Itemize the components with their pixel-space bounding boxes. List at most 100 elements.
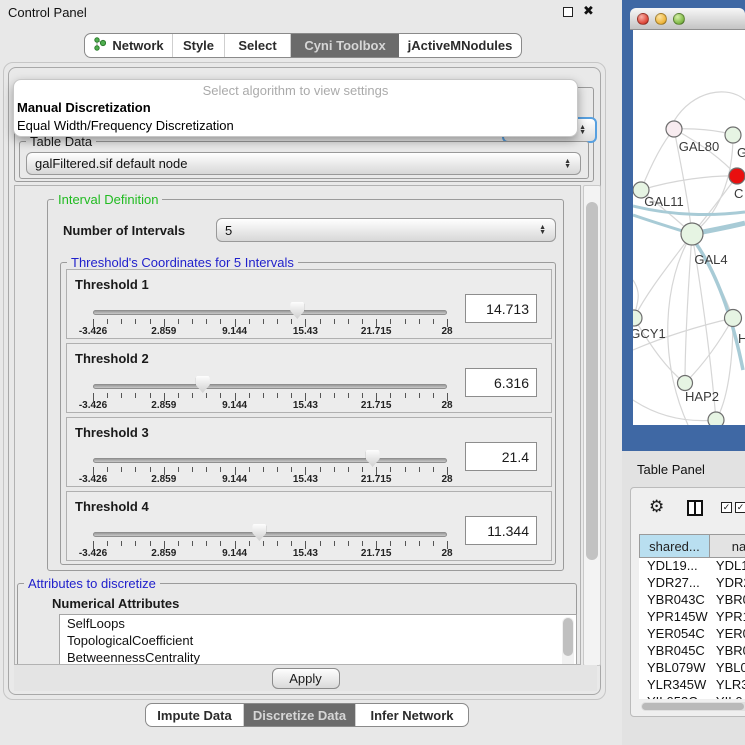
network-node[interactable]: [666, 121, 682, 137]
table-hscrollbar[interactable]: [641, 702, 745, 711]
cell-name[interactable]: YBR0: [710, 592, 745, 609]
mac-minimize-button[interactable]: [655, 13, 667, 25]
cell-name[interactable]: YBL0: [710, 660, 745, 677]
numerical-attributes-list[interactable]: SelfLoopsTopologicalCoefficientBetweenne…: [59, 614, 577, 665]
settings-scroll-viewport: Interval Definition Number of Intervals …: [14, 185, 581, 665]
attribute-list-item[interactable]: SelfLoops: [60, 615, 576, 632]
threshold-value-field[interactable]: 14.713: [465, 294, 537, 323]
network-node[interactable]: [725, 310, 742, 327]
network-node-label: GCY1: [633, 326, 666, 341]
slider-thumb[interactable]: [366, 450, 380, 467]
apply-button[interactable]: Apply: [272, 668, 340, 689]
gear-icon[interactable]: ⚙: [649, 498, 664, 515]
tab-infer-network[interactable]: Infer Network: [356, 704, 468, 726]
tab-select[interactable]: Select: [225, 34, 291, 57]
cell-name[interactable]: YER0: [710, 626, 745, 643]
tab-style[interactable]: Style: [173, 34, 225, 57]
tab-network[interactable]: Network: [85, 34, 173, 57]
slider-tick-label: 28: [441, 400, 452, 411]
slider-tick-label: 28: [441, 326, 452, 337]
slider-tick-label: 9.144: [222, 326, 247, 337]
mac-close-button[interactable]: [637, 13, 649, 25]
table-row[interactable]: YPR145WYPR1: [639, 609, 745, 626]
tab-jactivemnodules[interactable]: jActiveMNodules: [399, 34, 521, 57]
threshold-title: Threshold 4: [75, 499, 149, 514]
slider-thumb[interactable]: [196, 376, 210, 393]
table-row[interactable]: YDR27...YDR2: [639, 575, 745, 592]
slider-track[interactable]: [93, 458, 447, 463]
column-header-name[interactable]: na: [710, 534, 745, 558]
slider-tick-label: 15.43: [293, 400, 318, 411]
attributes-group: Attributes to discretize Numerical Attri…: [17, 583, 577, 665]
split-view-icon[interactable]: [687, 500, 703, 516]
table-data-combobox-value: galFiltered.sif default node: [35, 156, 187, 171]
table-row[interactable]: YLR345WYLR3: [639, 677, 745, 694]
network-node[interactable]: [633, 310, 642, 326]
settings-scrollbar[interactable]: [583, 185, 601, 666]
network-edge: [641, 176, 737, 190]
network-node[interactable]: [725, 127, 741, 143]
network-node[interactable]: [681, 223, 703, 245]
attribute-list-item[interactable]: TopologicalCoefficient: [60, 632, 576, 649]
threshold-value-field[interactable]: 11.344: [465, 516, 537, 545]
cell-shared-name[interactable]: YBR045C: [639, 643, 710, 660]
network-window-titlebar[interactable]: [630, 8, 745, 30]
checkbox-icon[interactable]: ✓: [721, 502, 732, 513]
algorithm-option-manual[interactable]: Manual Discretization: [14, 99, 577, 117]
cell-name[interactable]: YDL1: [710, 558, 745, 575]
algorithm-option-equal-width[interactable]: Equal Width/Frequency Discretization: [14, 117, 577, 135]
cell-shared-name[interactable]: YLR345W: [639, 677, 710, 694]
settings-scrollbar-thumb[interactable]: [586, 202, 598, 560]
table-row[interactable]: YBR045CYBR0: [639, 643, 745, 660]
list-scrollbar-thumb[interactable]: [563, 618, 573, 656]
table-row[interactable]: YBL079WYBL0: [639, 660, 745, 677]
threshold-value-field[interactable]: 6.316: [465, 368, 537, 397]
table-row[interactable]: YBR043CYBR0: [639, 592, 745, 609]
slider-thumb[interactable]: [290, 302, 304, 319]
attribute-list-item[interactable]: BetweennessCentrality: [60, 649, 576, 665]
float-window-icon[interactable]: [563, 7, 573, 17]
network-node[interactable]: [708, 412, 724, 425]
slider-tick-label: 21.715: [361, 548, 392, 559]
combo-arrows-icon: ▲▼: [564, 159, 571, 169]
cell-name[interactable]: YLR3: [710, 677, 745, 694]
slider-thumb[interactable]: [252, 524, 266, 541]
thresholds-group-title: Threshold's Coordinates for 5 Intervals: [67, 255, 298, 270]
checkbox-icon[interactable]: ✓: [735, 502, 745, 513]
threshold-title: Threshold 3: [75, 425, 149, 440]
table-row[interactable]: YIL053CYIL0: [639, 694, 745, 699]
slider-track[interactable]: [93, 310, 447, 315]
slider-track[interactable]: [93, 384, 447, 389]
cell-shared-name[interactable]: YBL079W: [639, 660, 710, 677]
threshold-value-field[interactable]: 21.4: [465, 442, 537, 471]
cell-shared-name[interactable]: YIL053C: [639, 694, 710, 699]
number-of-intervals-combobox[interactable]: 5 ▲▼: [216, 218, 556, 242]
mac-zoom-button[interactable]: [673, 13, 685, 25]
tab-impute-data[interactable]: Impute Data: [146, 704, 244, 726]
network-node-label: C: [734, 186, 743, 201]
close-icon[interactable]: ✖: [583, 3, 594, 19]
cell-shared-name[interactable]: YER054C: [639, 626, 710, 643]
list-scrollbar[interactable]: [562, 617, 574, 665]
slider-tick-label: 9.144: [222, 474, 247, 485]
cell-name[interactable]: YIL0: [710, 694, 745, 699]
cell-name[interactable]: YDR2: [710, 575, 745, 592]
cell-shared-name[interactable]: YPR145W: [639, 609, 710, 626]
column-header-shared-name[interactable]: shared...: [639, 534, 710, 558]
cell-name[interactable]: YBR0: [710, 643, 745, 660]
network-canvas[interactable]: GAL80GACGAL11GAL4GCY1HHAP2: [633, 30, 745, 425]
cell-shared-name[interactable]: YBR043C: [639, 592, 710, 609]
table-data-combobox[interactable]: galFiltered.sif default node ▲▼: [26, 152, 581, 175]
tab-cyni-toolbox[interactable]: Cyni Toolbox: [291, 34, 399, 57]
slider-ticks: [93, 319, 447, 327]
cell-shared-name[interactable]: YDR27...: [639, 575, 710, 592]
table-row[interactable]: YER054CYER0: [639, 626, 745, 643]
slider-track[interactable]: [93, 532, 447, 537]
slider-tick-label: -3.426: [79, 474, 107, 485]
table-hscrollbar-thumb[interactable]: [642, 703, 744, 710]
cell-shared-name[interactable]: YDL19...: [639, 558, 710, 575]
cell-name[interactable]: YPR1: [710, 609, 745, 626]
table-row[interactable]: YDL19...YDL1: [639, 558, 745, 575]
network-node[interactable]: [729, 168, 745, 184]
tab-discretize-data[interactable]: Discretize Data: [244, 704, 356, 726]
